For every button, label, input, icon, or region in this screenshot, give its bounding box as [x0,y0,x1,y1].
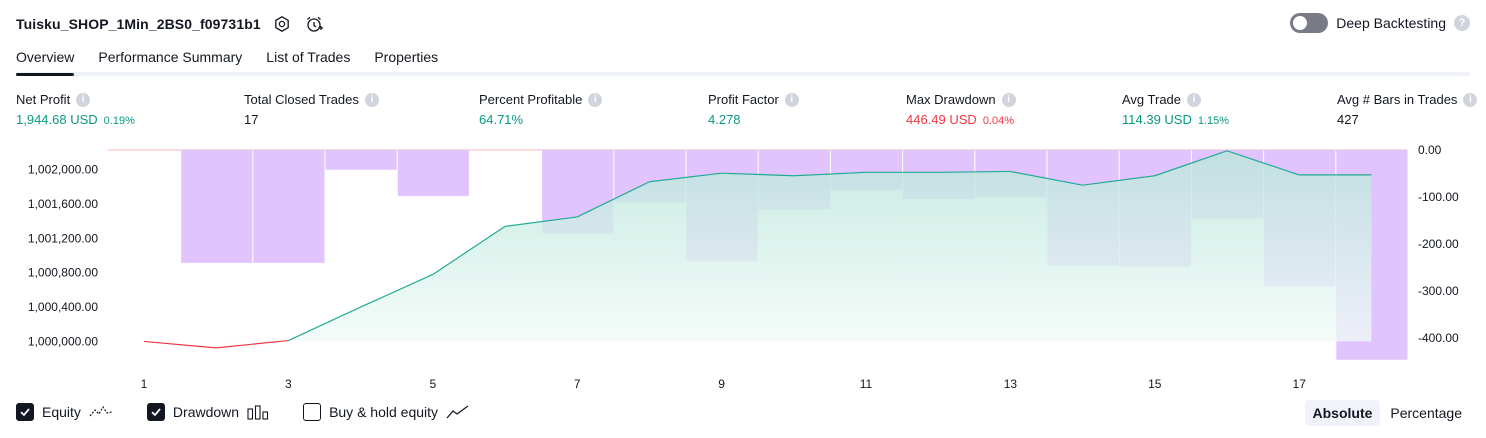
metric-percent: 0.19% [103,115,135,127]
left-axis: 1,000,000.00 1,000,400.00 1,000,800.00 1,00… [28,163,98,349]
metric-value: 4.278 [708,112,741,127]
metric-percent: 0.04% [982,115,1015,127]
right-tick-label: -400.00 [1418,331,1459,345]
toggle-knob [1293,16,1308,30]
strategy-title: Tuisku_SHOP_1Min_2BS0_f09731b1 [16,16,261,32]
metric-profit-factor: Profit Factor i 4.278 [708,92,799,127]
drawdown-bar [181,150,253,263]
x-axis: 1 3 5 7 9 11 13 15 17 [141,377,1307,391]
info-icon[interactable]: i [1187,92,1202,107]
x-tick-label: 11 [860,377,873,391]
display-mode-toggle: Absolute Percentage [1304,400,1471,426]
info-icon[interactable]: i [1001,92,1016,107]
right-tick-label: 0.00 [1418,143,1442,157]
legend-label: Buy & hold equity [329,404,439,420]
info-icon[interactable]: i [76,92,91,107]
info-icon[interactable]: i [1463,92,1478,107]
tab-properties[interactable]: Properties [374,44,438,72]
x-tick-label: 15 [1148,377,1162,391]
metric-value: 446.49 USD [906,112,977,127]
drawdown-bar [253,150,325,263]
info-icon[interactable]: i [588,92,603,107]
right-tick-label: -200.00 [1418,237,1459,251]
metric-label: Total Closed Trades [244,92,359,107]
left-tick-label: 1,002,000.00 [28,163,98,177]
metric-label: Avg Trade [1122,92,1182,107]
metric-value: 1,944.68 USD [16,112,98,127]
add-alert-icon[interactable] [303,13,325,35]
info-icon[interactable]: i [364,92,379,107]
absolute-button[interactable]: Absolute [1304,400,1381,426]
buy-hold-checkbox[interactable] [303,403,322,421]
drawdown-bars-icon [247,404,269,420]
metric-value: 114.39 USD [1122,112,1192,127]
drawdown-bar [397,150,469,197]
legend-equity[interactable]: Equity [16,403,113,421]
info-icon[interactable]: i [784,92,799,107]
metric-max-drawdown: Max Drawdown i 446.49 USD 0.04% [906,92,1016,127]
deep-backtesting-label: Deep Backtesting [1336,15,1446,31]
deep-backtesting: Deep Backtesting ? [1290,13,1470,33]
x-tick-label: 5 [429,377,436,391]
left-tick-label: 1,000,000.00 [28,334,98,348]
metric-avg-trade: Avg Trade i 114.39 USD 1.15% [1122,92,1229,127]
x-tick-label: 9 [718,377,725,391]
x-tick-label: 1 [141,377,148,391]
chart-legend: Equity Drawdown Buy & hold equity [16,403,504,421]
right-tick-label: -300.00 [1418,284,1459,298]
tab-overview[interactable]: Overview [16,44,75,76]
drawdown-checkbox[interactable] [146,403,165,421]
metric-percent: 1.15% [1197,115,1230,127]
left-tick-label: 1,001,600.00 [28,197,98,211]
x-tick-label: 17 [1293,377,1307,391]
legend-label: Equity [42,404,81,420]
metrics-row: Net Profit i 1,944.68 USD 0.19% Total Clos… [16,92,1478,132]
settings-icon[interactable] [271,13,293,35]
metric-label: Percent Profitable [479,92,583,107]
help-icon[interactable]: ? [1454,15,1470,31]
metric-total-closed-trades: Total Closed Trades i 17 [244,92,379,127]
metric-percent-profitable: Percent Profitable i 64.71% [479,92,603,127]
metric-label: Net Profit [16,92,71,107]
metric-value: 427 [1337,112,1359,127]
left-tick-label: 1,000,800.00 [28,266,98,280]
header: Tuisku_SHOP_1Min_2BS0_f09731b1 [16,12,325,36]
tab-bar: Overview Performance Summary List of Tra… [16,44,1470,76]
drawdown-bar [325,150,397,170]
metric-value: 64.71% [479,112,524,127]
right-axis: 0.00 -100.00 -200.00 -300.00 -400.00 [1418,143,1459,345]
legend-label: Drawdown [172,404,240,420]
metric-net-profit: Net Profit i 1,944.68 USD 0.19% [16,92,135,127]
x-tick-label: 7 [574,377,581,391]
metric-label: Profit Factor [708,92,779,107]
legend-drawdown[interactable]: Drawdown [146,403,269,421]
x-tick-label: 3 [285,377,292,391]
equity-fill [144,150,1372,342]
left-tick-label: 1,001,200.00 [28,231,98,245]
x-tick-label: 13 [1004,377,1018,391]
left-tick-label: 1,000,400.00 [28,300,98,314]
metric-avg-bars: Avg # Bars in Trades i 427 [1337,92,1478,127]
equity-segment [143,340,217,349]
buyhold-line-icon [446,404,470,420]
equity-checkbox[interactable] [16,403,34,421]
equity-chart[interactable]: 1,000,000.00 1,000,400.00 1,000,800.00 1,00… [0,140,1486,398]
percentage-button[interactable]: Percentage [1382,400,1470,426]
metric-label: Max Drawdown [906,92,996,107]
equity-segment [216,339,289,349]
equity-area [144,150,1372,342]
legend-buy-hold[interactable]: Buy & hold equity [303,403,470,421]
metric-value: 17 [244,112,259,127]
metric-label: Avg # Bars in Trades [1337,92,1458,107]
tab-list-of-trades[interactable]: List of Trades [266,44,350,72]
deep-backtesting-toggle[interactable] [1290,13,1329,33]
right-tick-label: -100.00 [1418,190,1459,204]
equity-line-icon [89,404,113,420]
tab-performance-summary[interactable]: Performance Summary [98,44,242,72]
